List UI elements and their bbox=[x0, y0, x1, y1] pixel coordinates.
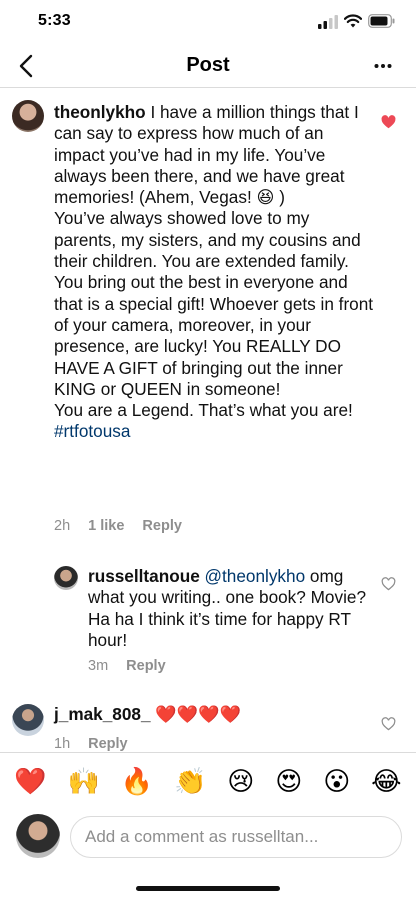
comment-time: 1h bbox=[54, 736, 71, 752]
comment-meta: 1h Reply bbox=[54, 736, 128, 752]
mention-link[interactable]: @theonlykho bbox=[205, 566, 306, 586]
heart-filled-icon[interactable] bbox=[381, 115, 396, 129]
battery-icon bbox=[368, 14, 395, 28]
comment-meta: 3m Reply bbox=[88, 658, 166, 674]
comment-username[interactable]: russelltanoue bbox=[88, 566, 200, 586]
comment-username[interactable]: theonlykho bbox=[54, 102, 146, 122]
comment-meta: 2h 1 like Reply bbox=[54, 518, 182, 534]
emoji-crying-button[interactable]: 😢 bbox=[227, 767, 254, 797]
comment-text: ❤️❤️❤️❤️ bbox=[150, 704, 241, 724]
current-user-avatar bbox=[16, 814, 60, 858]
comment-body: theonlykho I have a million things that … bbox=[54, 102, 374, 443]
reply-body: russelltanoue @theonlykho omg what you w… bbox=[88, 566, 370, 651]
more-horizontal-icon bbox=[374, 64, 392, 68]
comment-input[interactable] bbox=[70, 816, 402, 858]
page-title: Post bbox=[186, 54, 230, 76]
status-time: 5:33 bbox=[38, 12, 71, 29]
reply-button[interactable]: Reply bbox=[88, 736, 128, 752]
comment-username[interactable]: j_mak_808_ bbox=[54, 704, 151, 724]
reply-button[interactable]: Reply bbox=[126, 658, 166, 674]
post-header: Post bbox=[0, 44, 416, 88]
hashtag-link[interactable]: #rtfotousa bbox=[54, 421, 130, 441]
heart-outline-icon[interactable] bbox=[381, 717, 396, 731]
heart-outline-icon[interactable] bbox=[381, 577, 396, 591]
emoji-raised-hands-button[interactable]: 🙌 bbox=[68, 767, 100, 797]
comment-time: 2h bbox=[54, 518, 71, 534]
comment-composer bbox=[0, 810, 416, 866]
emoji-heart-eyes-button[interactable]: 😍 bbox=[275, 767, 302, 797]
comment-body: j_mak_808_ ❤️❤️❤️❤️ bbox=[54, 704, 374, 725]
wifi-icon bbox=[344, 14, 362, 28]
emoji-laughing-button[interactable]: 😂 bbox=[371, 767, 401, 797]
comment-text: I have a million things that I can say t… bbox=[54, 102, 374, 421]
comment-time: 3m bbox=[88, 658, 109, 674]
comment-item: theonlykho I have a million things that … bbox=[0, 96, 416, 546]
home-indicator[interactable] bbox=[136, 886, 280, 891]
likes-count-link[interactable]: 1 like bbox=[88, 518, 124, 534]
comment-item: j_mak_808_ ❤️❤️❤️❤️ 1h Reply bbox=[0, 700, 416, 752]
emoji-clap-button[interactable]: 👏 bbox=[174, 767, 206, 797]
emoji-fire-button[interactable]: 🔥 bbox=[121, 767, 153, 797]
more-options-button[interactable] bbox=[368, 52, 398, 80]
avatar[interactable] bbox=[12, 100, 44, 132]
emoji-heart-button[interactable]: ❤️ bbox=[14, 767, 46, 797]
avatar[interactable] bbox=[12, 704, 44, 736]
emoji-quick-bar: ❤️ 🙌 🔥 👏 😢 😍 😮 😂 bbox=[0, 752, 416, 810]
cellular-signal-icon bbox=[318, 15, 338, 29]
reply-button[interactable]: Reply bbox=[142, 518, 182, 534]
avatar[interactable] bbox=[54, 566, 78, 590]
emoji-surprised-button[interactable]: 😮 bbox=[323, 767, 350, 797]
status-bar: 5:33 bbox=[0, 0, 416, 44]
reply-item: russelltanoue @theonlykho omg what you w… bbox=[0, 560, 416, 680]
